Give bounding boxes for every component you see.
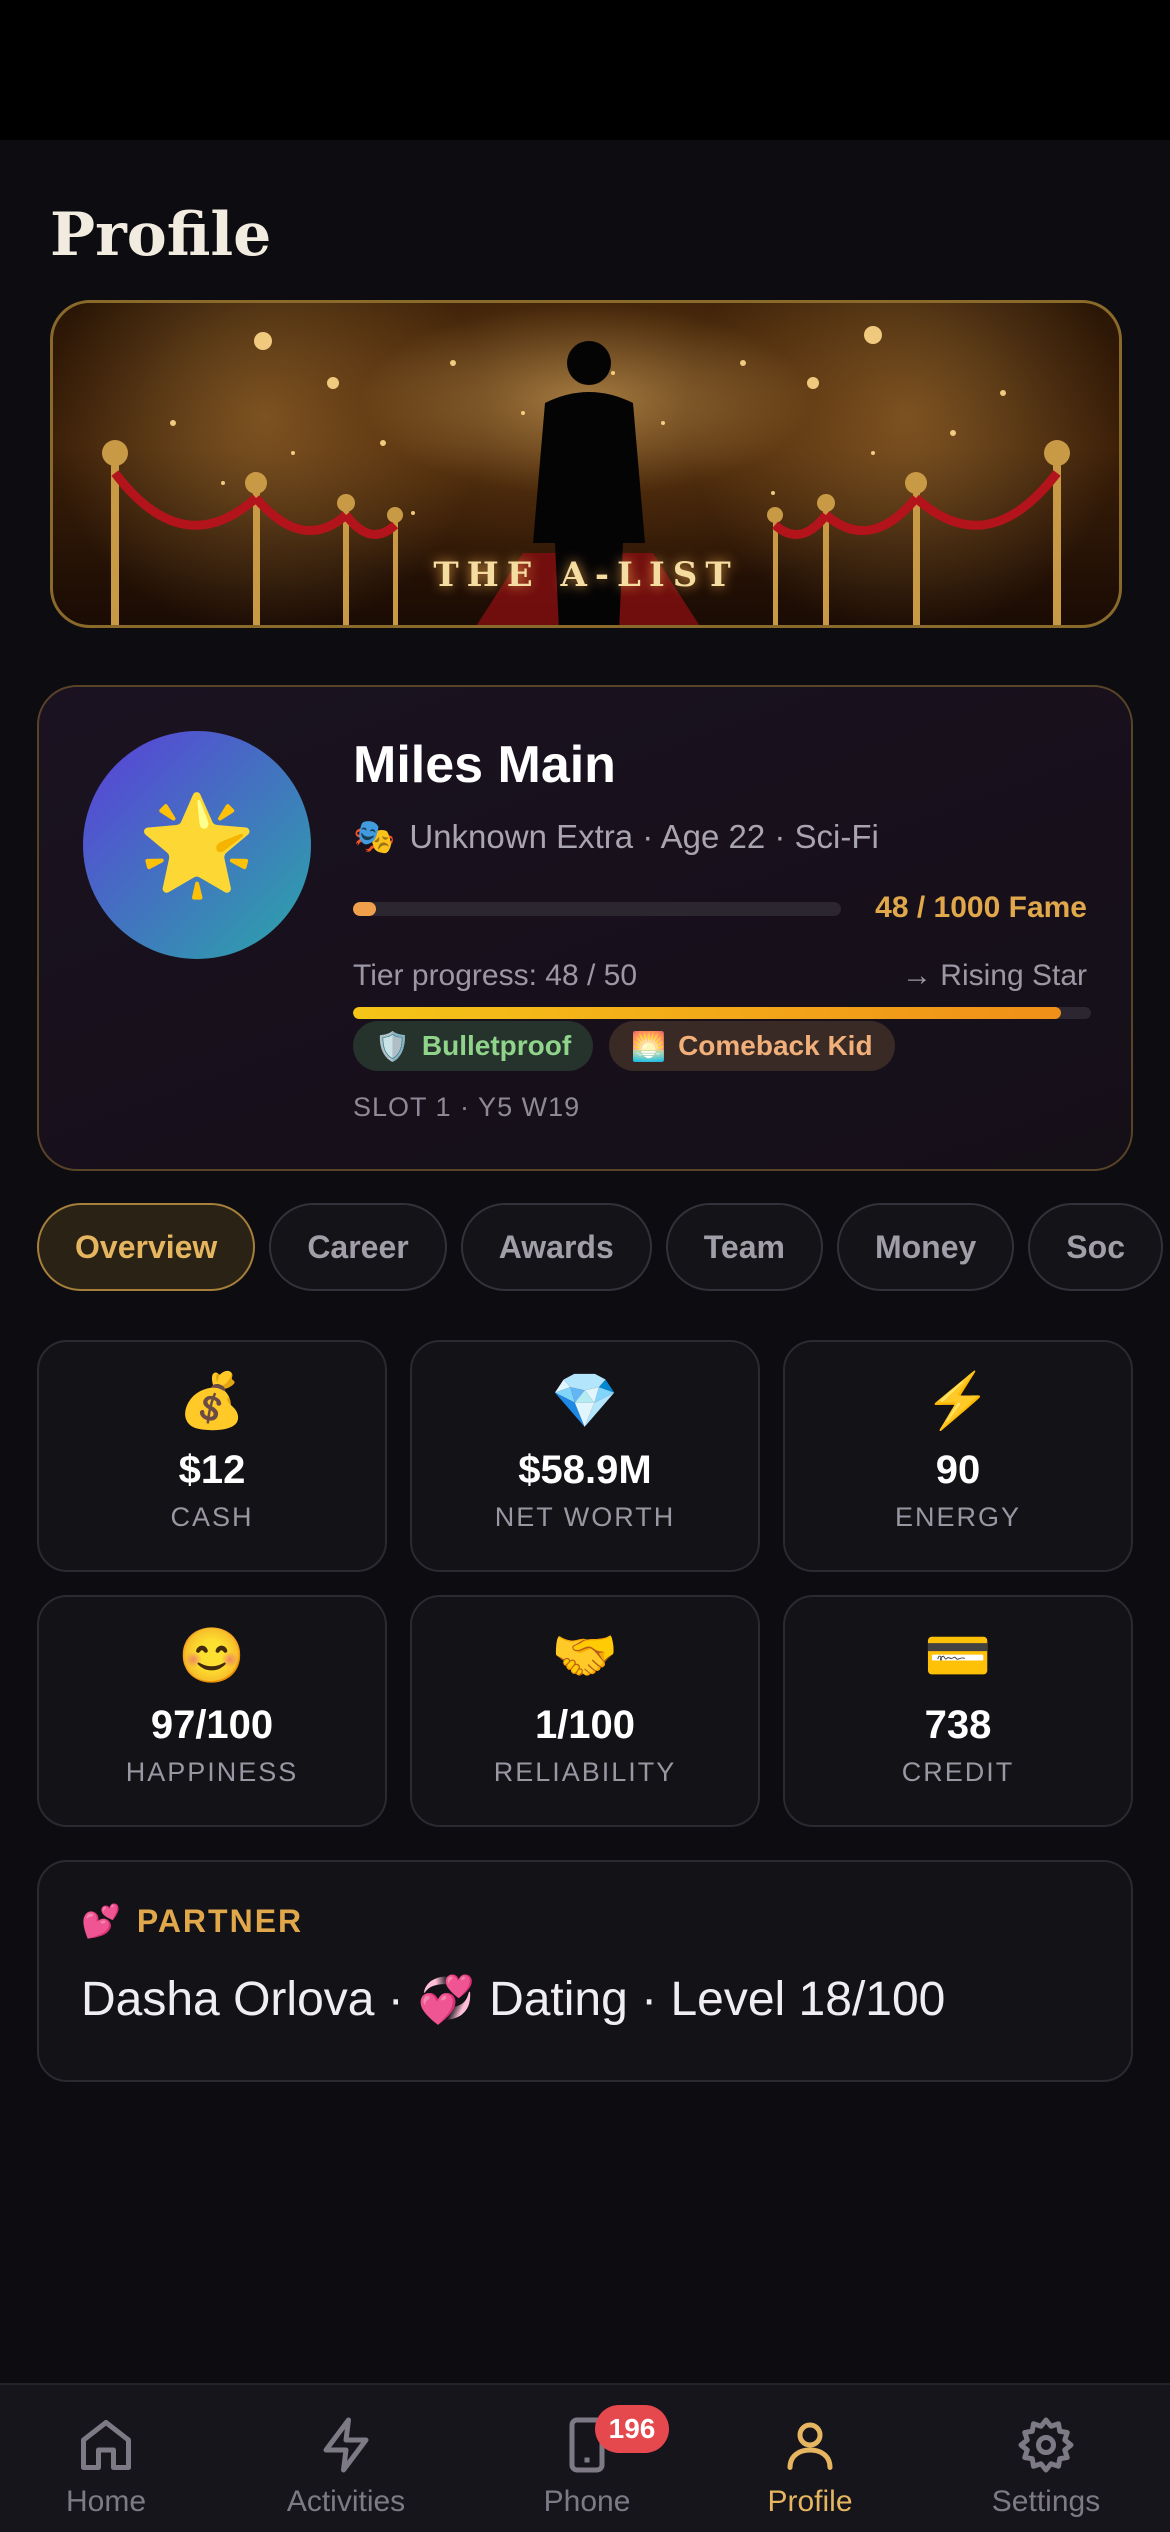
tab-social[interactable]: Soc — [1028, 1203, 1163, 1291]
trait-badge-label: Bulletproof — [421, 1030, 572, 1061]
player-subtitle: 🎭 Unknown Extra · Age 22 · Sci-Fi — [353, 817, 879, 857]
tier-progress-fill — [353, 1007, 1062, 1019]
partner-name: Dasha Orlova · — [81, 1973, 404, 2026]
stat-label: ENERGY — [894, 1502, 1022, 1532]
nav-settings[interactable]: Settings — [946, 2415, 1146, 2519]
nav-home-label: Home — [65, 2485, 147, 2518]
bottom-nav: Home Activities 196 Phone Profile Settin… — [0, 2383, 1170, 2532]
nav-profile[interactable]: Profile — [710, 2415, 910, 2519]
partner-heading-label: PARTNER — [136, 1902, 304, 1939]
avatar[interactable]: 🌟 — [83, 731, 311, 959]
stat-value: 738 — [924, 1703, 992, 1747]
gear-icon — [1018, 2417, 1074, 2473]
credit-card-icon: 💳 — [924, 1626, 992, 1686]
fame-progress-bar — [353, 902, 841, 916]
trait-badge-comeback-kid[interactable]: 🌅 Comeback Kid — [609, 1021, 895, 1071]
notification-badge: 196 — [595, 2405, 669, 2453]
stat-card-net-worth[interactable]: 💎 $58.9M NET WORTH — [410, 1340, 760, 1572]
tab-money[interactable]: Money — [836, 1203, 1015, 1291]
two-hearts-icon: 💕 — [81, 1903, 123, 1939]
app-screen: Profile THE A-LIST 🌟 Miles Main 🎭 Unknow… — [0, 140, 1170, 2532]
partner-heading: 💕 PARTNER — [81, 1902, 303, 1940]
tier-progress-bar — [353, 1007, 1091, 1019]
lightning-icon: ⚡ — [924, 1371, 992, 1431]
trait-badge-bulletproof[interactable]: 🛡️ Bulletproof — [353, 1021, 594, 1071]
fame-value: 48 / 1000 Fame — [875, 891, 1087, 924]
home-icon — [81, 2420, 131, 2470]
tab-career[interactable]: Career — [269, 1203, 447, 1291]
trait-badge-label: Comeback Kid — [678, 1030, 873, 1061]
nav-settings-label: Settings — [991, 2485, 1101, 2518]
sunrise-icon: 🌅 — [631, 1030, 667, 1062]
nav-activities-label: Activities — [286, 2485, 406, 2518]
partner-card[interactable]: 💕 PARTNER Dasha Orlova · 💞 Dating · Leve… — [37, 1860, 1133, 2082]
partner-details: Dasha Orlova · 💞 Dating · Level 18/100 — [81, 1972, 945, 2027]
nav-home[interactable]: Home — [6, 2415, 206, 2519]
stat-label: CASH — [170, 1502, 254, 1532]
stat-label: RELIABILITY — [493, 1757, 677, 1787]
tab-team[interactable]: Team — [665, 1203, 823, 1291]
save-slot-info: SLOT 1 · Y5 W19 — [353, 1092, 581, 1122]
handshake-icon: 🤝 — [551, 1626, 619, 1686]
profile-tabs: Overview Career Awards Team Money Soc — [37, 1203, 1163, 1291]
stat-card-cash[interactable]: 💰 $12 CASH — [37, 1340, 387, 1572]
a-list-banner: THE A-LIST — [50, 300, 1122, 628]
stat-label: NET WORTH — [494, 1502, 676, 1532]
stat-value: 1/100 — [534, 1703, 636, 1747]
trait-badges: 🛡️ Bulletproof 🌅 Comeback Kid — [353, 1021, 895, 1071]
lightning-icon — [323, 2417, 369, 2473]
nav-profile-label: Profile — [767, 2485, 853, 2518]
revolving-hearts-icon: 💞 — [417, 1973, 476, 2025]
money-bag-icon: 💰 — [178, 1371, 246, 1431]
stat-card-happiness[interactable]: 😊 97/100 HAPPINESS — [37, 1595, 387, 1827]
partner-status: Dating · Level 18/100 — [489, 1973, 946, 2026]
stat-value: $12 — [178, 1448, 246, 1492]
stat-value: 97/100 — [150, 1703, 274, 1747]
tab-overview[interactable]: Overview — [37, 1203, 256, 1291]
page-title: Profile — [50, 200, 272, 270]
player-subtitle-text: Unknown Extra · Age 22 · Sci-Fi — [409, 818, 879, 855]
fame-progress-fill — [353, 902, 377, 916]
banner-title: THE A-LIST — [433, 555, 739, 595]
stat-label: CREDIT — [901, 1757, 1015, 1787]
stat-card-credit[interactable]: 💳 738 CREDIT — [783, 1595, 1133, 1827]
smile-icon: 😊 — [178, 1626, 246, 1686]
gem-icon: 💎 — [551, 1371, 619, 1431]
nav-phone-label: Phone — [543, 2485, 631, 2518]
stat-card-reliability[interactable]: 🤝 1/100 RELIABILITY — [410, 1595, 760, 1827]
user-icon — [787, 2422, 833, 2470]
player-name: Miles Main — [353, 736, 616, 794]
stat-value: $58.9M — [518, 1448, 652, 1492]
stat-value: 90 — [935, 1448, 981, 1492]
stat-label: HAPPINESS — [125, 1757, 299, 1787]
theater-masks-icon: 🎭 — [353, 818, 396, 856]
nav-activities[interactable]: Activities — [246, 2415, 446, 2519]
profile-card: 🌟 Miles Main 🎭 Unknown Extra · Age 22 · … — [37, 685, 1133, 1171]
tier-progress-label: Tier progress: 48 / 50 — [353, 959, 638, 992]
next-tier-label: → Rising Star — [901, 959, 1087, 992]
nav-phone[interactable]: 196 Phone — [487, 2405, 687, 2519]
shield-icon: 🛡️ — [375, 1030, 410, 1062]
tab-awards[interactable]: Awards — [460, 1203, 652, 1291]
stat-card-energy[interactable]: ⚡ 90 ENERGY — [783, 1340, 1133, 1572]
